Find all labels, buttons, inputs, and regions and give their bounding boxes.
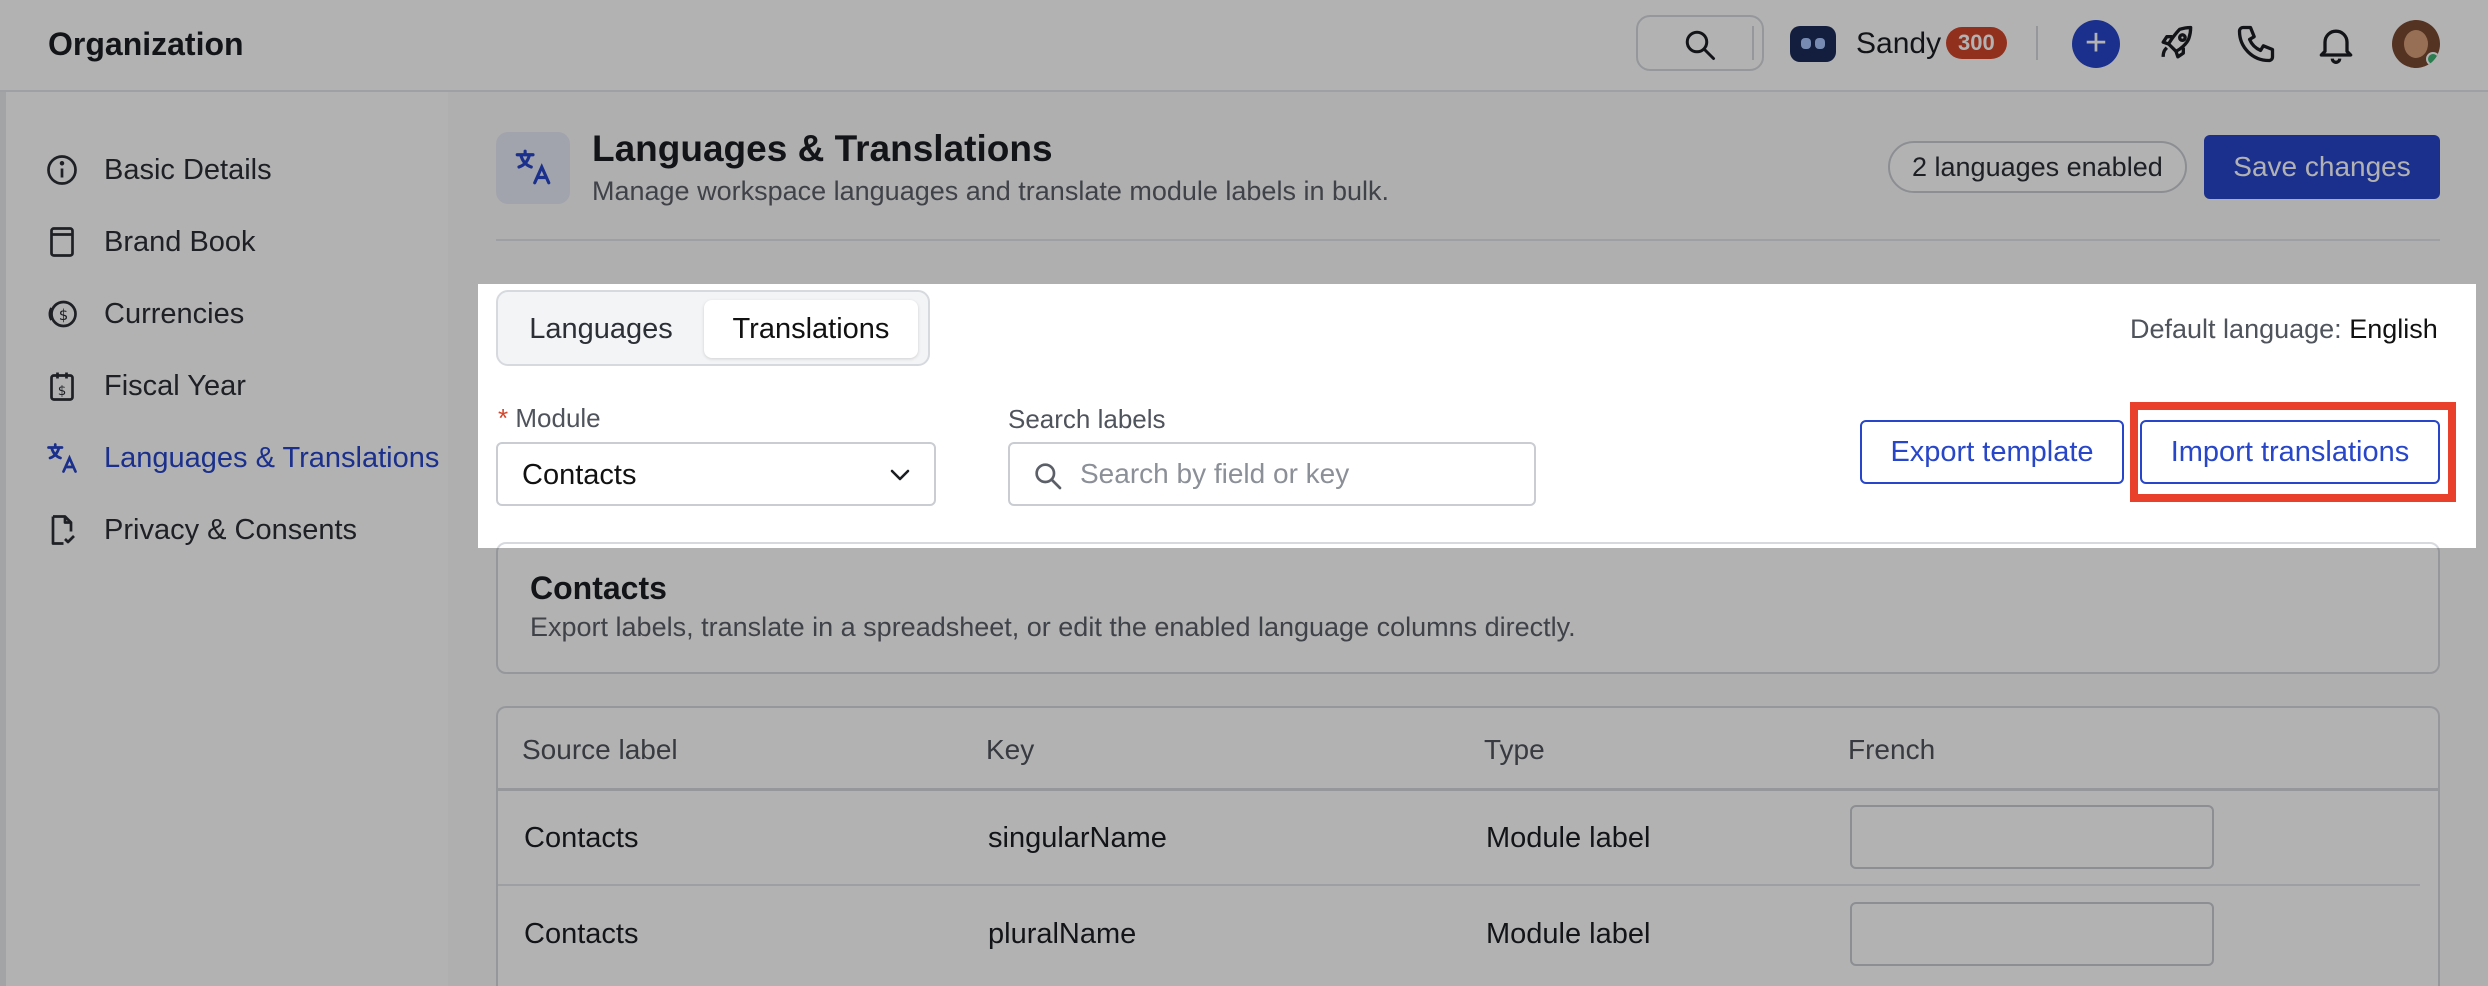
user-avatar[interactable] (2392, 20, 2440, 68)
calendar-dollar-icon: $ (50, 372, 74, 401)
tab-switcher: Languages Translations (496, 290, 930, 366)
document-check-icon (51, 515, 75, 545)
sidebar-item-label: Brand Book (104, 225, 256, 258)
languages-enabled-badge: 2 languages enabled (1888, 141, 2187, 193)
avatar-face (2404, 30, 2428, 58)
module-select[interactable]: Contacts (496, 442, 936, 506)
sidebar-item-currencies[interactable]: $ Currencies (44, 286, 244, 342)
translate-icon (515, 149, 551, 185)
cell-key: singularName (988, 822, 1167, 854)
search-labels-label: Search labels (1008, 404, 1166, 434)
chevron-down-icon (890, 469, 910, 481)
default-language-value: English (2349, 314, 2438, 344)
table-row-divider (498, 884, 2420, 886)
workspace-bot-icon[interactable] (1790, 26, 1836, 62)
sidebar-item-label: Fiscal Year (104, 369, 246, 402)
page-subtitle: Manage workspace languages and translate… (592, 176, 1390, 206)
svg-text:$: $ (58, 383, 67, 399)
default-language-label: Default language: (2130, 314, 2342, 344)
cell-source-label: Contacts (524, 918, 639, 950)
required-mark: * (498, 403, 509, 433)
search-icon (1035, 463, 1062, 490)
bot-eye-icon (1801, 38, 1811, 49)
module-label-text: Module (515, 403, 601, 433)
bell-icon (2319, 29, 2353, 64)
cell-type: Module label (1486, 918, 1651, 950)
search-labels-input[interactable] (1080, 454, 1520, 494)
header-divider (496, 239, 2440, 241)
page-title: Languages & Translations (592, 128, 1053, 169)
module-field-label: * Module (498, 402, 601, 434)
svg-text:$: $ (59, 306, 69, 324)
translate-icon (47, 443, 77, 473)
sidebar-item-languages-translations[interactable]: Languages & Translations (44, 430, 439, 486)
sidebar-item-label: Basic Details (104, 153, 272, 186)
column-header-french: French (1848, 734, 1936, 765)
global-search-button[interactable] (1636, 15, 1764, 71)
section-title: Contacts (530, 570, 667, 606)
rocket-icon (2161, 25, 2193, 59)
french-translation-input[interactable] (1850, 805, 2214, 869)
module-section-card (496, 542, 2440, 674)
header-divider (2036, 26, 2038, 60)
info-icon (47, 155, 77, 185)
section-description: Export labels, translate in a spreadshee… (530, 612, 1576, 642)
tab-languages[interactable]: Languages (506, 300, 696, 358)
column-header-type: Type (1484, 734, 1545, 765)
cell-key: pluralName (988, 918, 1137, 950)
sidebar-item-label: Currencies (104, 297, 245, 330)
column-header-key: Key (986, 734, 1035, 765)
rocket-button[interactable] (2154, 22, 2198, 66)
notifications-button[interactable] (2314, 22, 2358, 66)
import-button-highlight (2130, 402, 2456, 502)
online-status-dot (2426, 52, 2440, 66)
save-changes-button[interactable]: Save changes (2204, 135, 2440, 199)
cell-type: Module label (1486, 822, 1651, 854)
bot-eye-icon (1815, 38, 1825, 49)
default-language: Default language: English (2130, 312, 2438, 346)
tab-translations[interactable]: Translations (704, 300, 918, 358)
sidebar-item-fiscal-year[interactable]: $ Fiscal Year (44, 358, 246, 414)
plus-icon: + (2084, 22, 2108, 64)
export-template-button[interactable]: Export template (1860, 420, 2124, 484)
user-name[interactable]: Sandy (1856, 26, 1941, 62)
cell-source-label: Contacts (524, 822, 639, 854)
search-icon (1685, 30, 1715, 60)
org-title: Organization (48, 26, 244, 62)
module-select-value: Contacts (522, 459, 637, 491)
create-button[interactable]: + (2072, 20, 2120, 68)
phone-button[interactable] (2234, 22, 2278, 66)
table-header-rule (498, 788, 2438, 791)
coins-icon: $ (48, 300, 77, 328)
header-divider (1752, 26, 1754, 60)
sidebar-item-brand-book[interactable]: Brand Book (44, 214, 256, 270)
sidebar-item-label: Languages & Translations (104, 441, 440, 474)
book-icon (50, 227, 74, 257)
sidebar-item-basic-details[interactable]: Basic Details (44, 142, 272, 198)
phone-icon (2237, 25, 2275, 63)
french-translation-input[interactable] (1850, 902, 2214, 966)
credit-count-badge: 300 (1946, 27, 2007, 59)
sidebar-item-label: Privacy & Consents (104, 513, 358, 546)
column-header-source-label: Source label (522, 734, 678, 765)
search-labels-field[interactable] (1008, 442, 1536, 506)
sidebar-item-privacy-consents[interactable]: Privacy & Consents (44, 502, 357, 558)
page-icon (496, 132, 570, 204)
